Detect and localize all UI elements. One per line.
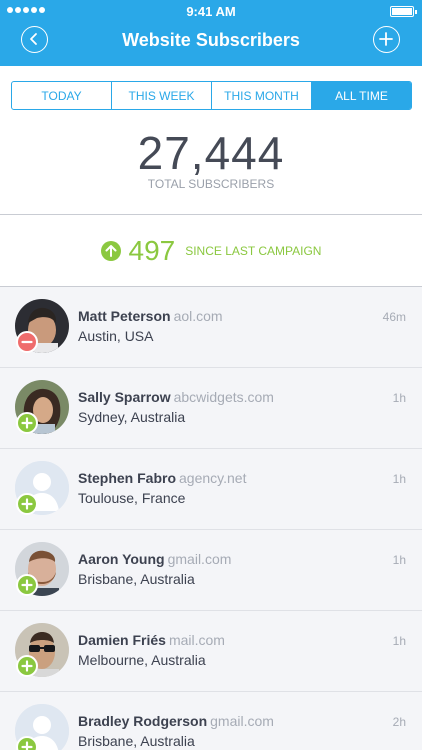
subscriber-time-ago: 1h <box>392 391 406 405</box>
status-bar: 9:41 AM <box>0 0 422 22</box>
subscriber-location: Brisbane, Australia <box>78 733 195 749</box>
subscriber-list: Matt Peterson aol.com Austin, USA 46m Sally … <box>0 287 422 750</box>
header: 9:41 AM Website Subscribers <box>0 0 422 66</box>
status-time: 9:41 AM <box>186 4 236 19</box>
remove-subscriber-button[interactable] <box>16 331 38 353</box>
tab-all-time[interactable]: ALL TIME <box>312 82 411 109</box>
subscriber-name: Matt Peterson <box>78 308 171 324</box>
subscriber-time-ago: 46m <box>382 310 406 324</box>
add-subscriber-button[interactable] <box>16 574 38 596</box>
subscriber-name: Sally Sparrow <box>78 389 171 405</box>
add-subscriber-button[interactable] <box>16 493 38 515</box>
campaign-count: 497 <box>128 234 176 266</box>
subscriber-name-line: Damien Friés mail.com <box>78 632 225 648</box>
subscriber-location: Austin, USA <box>78 328 154 344</box>
subscriber-name: Bradley Rodgerson <box>78 713 208 729</box>
plus-icon <box>379 32 393 46</box>
subscriber-domain: mail.com <box>168 632 225 648</box>
subscriber-domain: aol.com <box>173 308 223 324</box>
total-subscribers-label: TOTAL SUBSCRIBERS <box>147 177 275 191</box>
subscriber-time-ago: 1h <box>392 553 406 567</box>
subscriber-name-line: Aaron Young gmail.com <box>78 551 231 567</box>
subscriber-name-line: Bradley Rodgerson gmail.com <box>78 713 274 729</box>
total-subscribers-value: 27,444 <box>137 127 285 179</box>
add-button[interactable] <box>373 26 400 53</box>
subscriber-name: Stephen Fabro <box>78 470 177 486</box>
subscriber-domain: agency.net <box>179 470 247 486</box>
subscriber-row[interactable]: Damien Friés mail.com Melbourne, Australia… <box>0 611 422 692</box>
subscriber-name-line: Stephen Fabro agency.net <box>78 470 246 486</box>
battery-icon <box>390 6 417 17</box>
subscriber-domain: gmail.com <box>210 713 274 729</box>
campaign-stat: 497 SINCE LAST CAMPAIGN <box>0 215 422 286</box>
subscriber-time-ago: 1h <box>392 472 406 486</box>
subscriber-time-ago: 1h <box>392 634 406 648</box>
subscriber-domain: gmail.com <box>167 551 232 567</box>
subscriber-name: Damien Friés <box>78 632 166 648</box>
tab-today[interactable]: TODAY <box>12 82 112 109</box>
subscriber-name-line: Matt Peterson aol.com <box>78 308 223 324</box>
subscriber-time-ago: 2h <box>392 715 406 729</box>
add-subscriber-button[interactable] <box>16 736 38 750</box>
time-range-tabs: TODAY THIS WEEK THIS MONTH ALL TIME <box>11 81 412 110</box>
subscriber-domain: abcwidgets.com <box>173 389 274 405</box>
subscriber-row[interactable]: Bradley Rodgerson gmail.com Brisbane, Aust… <box>0 692 422 750</box>
subscriber-row[interactable]: Sally Sparrow abcwidgets.com Sydney, Austr… <box>0 368 422 449</box>
subscriber-location: Brisbane, Australia <box>78 571 195 587</box>
subscriber-name-line: Sally Sparrow abcwidgets.com <box>78 389 274 405</box>
tab-this-month[interactable]: THIS MONTH <box>212 82 312 109</box>
subscriber-name: Aaron Young <box>78 551 165 567</box>
page-title: Website Subscribers <box>122 30 300 50</box>
subscriber-location: Sydney, Australia <box>78 409 186 425</box>
subscriber-location: Melbourne, Australia <box>78 652 206 668</box>
subscriber-row[interactable]: Matt Peterson aol.com Austin, USA 46m <box>0 287 422 368</box>
campaign-label: SINCE LAST CAMPAIGN <box>185 243 322 258</box>
subscriber-location: Toulouse, France <box>78 490 186 506</box>
subscriber-row[interactable]: Stephen Fabro agency.net Toulouse, France 1… <box>0 449 422 530</box>
add-subscriber-button[interactable] <box>16 412 38 434</box>
tab-this-week[interactable]: THIS WEEK <box>112 82 212 109</box>
subscriber-row[interactable]: Aaron Young gmail.com Brisbane, Australia 1… <box>0 530 422 611</box>
arrow-up-icon <box>100 240 121 261</box>
add-subscriber-button[interactable] <box>16 655 38 677</box>
